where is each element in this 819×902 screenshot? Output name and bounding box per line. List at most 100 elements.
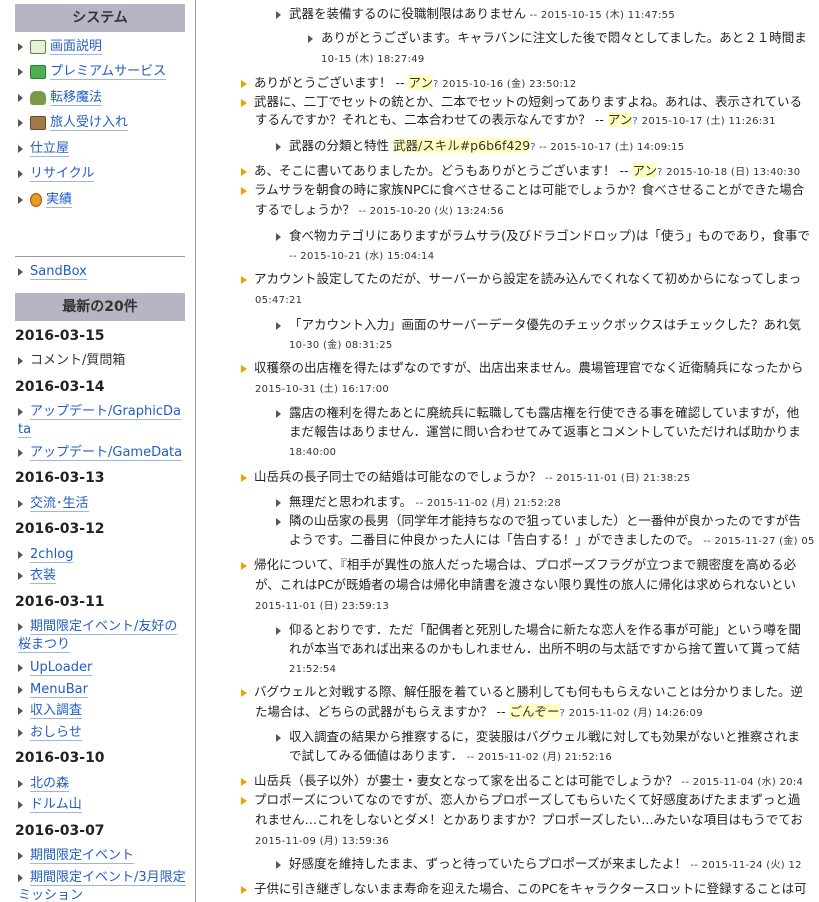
comment-line: 仰るとおりです．ただ「配偶者と死別した場合に新たな恋人を作る事が可能」という噂を… — [276, 622, 801, 638]
recent-date: 2016-03-12 — [15, 521, 105, 537]
recent-link[interactable]: ドルム山 — [30, 797, 82, 813]
bullet-icon — [18, 663, 23, 672]
recent-item[interactable]: 北の森 — [18, 775, 70, 793]
building-icon — [30, 115, 46, 130]
comment-line: が、これはPCが既婚者の場合は帰化申請書を渡さない限り異性の旅人に帰化は求められ… — [255, 577, 797, 592]
comment-line: ありがとうございます！ -- アン? 2015-10-16 (金) 23:50:… — [241, 75, 576, 93]
recent-item[interactable]: コメント/質問箱 — [18, 352, 125, 370]
sidebar-item-teleport[interactable]: 転移魔法 — [18, 89, 103, 107]
recent-item[interactable]: 交流･生活 — [18, 495, 89, 513]
recent-item[interactable]: おしらせ — [18, 724, 82, 742]
recent-link[interactable]: MenuBar — [30, 682, 88, 698]
bullet-icon — [18, 448, 23, 457]
recent-link[interactable]: 衣装 — [30, 568, 57, 584]
recent-link[interactable]: コメント/質問箱 — [30, 353, 125, 368]
user-link-icon[interactable]: ? — [657, 167, 662, 178]
comment-line: ありがとうございます。キャラバンに注文した後で悶々としてました。あと２１時間ま — [308, 30, 807, 46]
screen-icon — [30, 39, 46, 54]
sidebar-link[interactable]: リサイクル — [30, 166, 95, 182]
sidebar-link[interactable]: 転移魔法 — [50, 90, 103, 106]
comment-line: た場合は、どちらの武器がもらえますか？ -- ごんぞー? 2015-11-02 … — [255, 704, 703, 719]
sidebar-link[interactable]: 実績 — [46, 192, 73, 208]
comment-line: 無理だと思われます。 -- 2015-11-02 (月) 21:52:28 — [276, 494, 561, 512]
recent-item[interactable]: 収入調査 — [18, 702, 83, 720]
comment-bullet-icon — [241, 796, 247, 805]
recent-link[interactable]: アップデート/GraphicData — [18, 404, 181, 438]
recent-item[interactable]: 期間限定イベント/友好の桜まつり — [18, 618, 186, 654]
sidebar-link[interactable]: プレミアムサービス — [50, 64, 167, 80]
bullet-icon — [18, 356, 23, 365]
wiki-link[interactable]: 武器/スキル#p6b6f429 — [393, 138, 531, 153]
comment-area: 武器を装備するのに役職制限はありません -- 2015-10-15 (木) 11… — [196, 0, 819, 902]
comment-line: まだ報告はありません．運営に問い合わせてみて返事とコメントしていただければ助かり… — [289, 424, 801, 439]
comment-bullet-icon — [241, 98, 247, 107]
car-icon — [30, 90, 46, 105]
recent-item[interactable]: 期間限定イベント/3月限定ミッション — [18, 869, 186, 902]
bullet-icon — [18, 779, 23, 788]
bullet-icon — [18, 267, 23, 276]
recent-link[interactable]: 2chlog — [30, 547, 74, 563]
comment-line: ラムサラを朝食の時に家族NPCに食べさせることは可能でしょうか？食べさせることが… — [241, 182, 804, 198]
recent-link[interactable]: 北の森 — [30, 776, 70, 792]
recent-link[interactable]: おしらせ — [30, 725, 82, 741]
bullet-icon — [18, 800, 23, 809]
recent-item[interactable]: 期間限定イベント — [18, 847, 135, 865]
bullet-icon — [18, 93, 23, 102]
recent-item[interactable]: 2chlog — [18, 546, 74, 564]
user-name: アン — [408, 75, 433, 90]
recent-title: 最新の20件 — [15, 293, 185, 321]
user-link-icon[interactable]: ? — [433, 79, 438, 90]
sidebar-link[interactable]: SandBox — [30, 264, 87, 280]
user-name: ごんぞー — [509, 704, 560, 719]
comment-line: 露店の権利を得たあとに廃統兵に転職しても露店権を行使できる事を確認していますが，… — [276, 405, 799, 421]
reply-bullet-icon — [276, 626, 281, 635]
recent-link[interactable]: アップデート/GameData — [30, 445, 183, 461]
sidebar-item-sandbox[interactable]: SandBox — [18, 263, 87, 281]
comment-line: 好感度を維持したまま、ずっと待っていたらプロポーズが来ましたよ！ -- 2015… — [276, 856, 802, 874]
bullet-icon — [18, 67, 23, 76]
sidebar-item-tailor[interactable]: 仕立屋 — [18, 140, 70, 158]
comment-line: 武器を装備するのに役職制限はありません -- 2015-10-15 (木) 11… — [276, 6, 675, 24]
comment-line: プロポーズについてなのですが、恋人からプロポーズしてもらいたくて好感度あげたまま… — [241, 792, 800, 808]
recent-item[interactable]: アップデート/GameData — [18, 444, 183, 462]
comment-line: 食べ物カテゴリにありますがラムサラ(及びドラゴンドロップ)は「使う」ものであり，… — [276, 228, 810, 244]
comment-line: 武器に、二丁でセットの銃とか、二本でセットの短剣ってありますよね。あれは、表示さ… — [241, 94, 802, 110]
sidebar-item-recycle[interactable]: リサイクル — [18, 165, 95, 183]
sidebar-item-screen-guide[interactable]: 画面説明 — [18, 38, 103, 56]
comment-line: するでしょうか？ -- 2015-10-20 (火) 13:24:56 — [255, 202, 504, 217]
recent-item[interactable]: 衣装 — [18, 567, 57, 585]
sidebar-item-achievements[interactable]: 実績 — [18, 191, 73, 209]
reply-bullet-icon — [308, 34, 313, 43]
recent-link[interactable]: 期間限定イベント — [30, 848, 135, 864]
bullet-icon — [18, 550, 23, 559]
sidebar-item-premium[interactable]: プレミアムサービス — [18, 63, 167, 81]
bullet-icon — [18, 169, 23, 178]
sidebar-link[interactable]: 旅人受け入れ — [50, 115, 129, 131]
reply-bullet-icon — [276, 409, 281, 418]
sidebar-item-traveler[interactable]: 旅人受け入れ — [18, 114, 129, 132]
recent-link[interactable]: 交流･生活 — [30, 496, 89, 512]
recent-link[interactable]: 収入調査 — [30, 703, 83, 719]
comment-line: 2015-10-31 (土) 16:17:00 — [255, 384, 390, 395]
recent-item[interactable]: アップデート/GraphicData — [18, 403, 186, 439]
reply-bullet-icon — [276, 232, 281, 241]
user-link-icon[interactable]: ? — [632, 116, 637, 127]
bullet-icon — [18, 42, 23, 51]
recent-date: 2016-03-10 — [15, 750, 105, 766]
recent-date: 2016-03-11 — [15, 594, 105, 610]
recent-item[interactable]: MenuBar — [18, 681, 88, 699]
comment-line: 帰化について、『相手が異性の旅人だった場合は、プロポーズフラグが立つまで親密度を… — [241, 557, 796, 573]
comment-bullet-icon — [241, 364, 247, 373]
recent-item[interactable]: ドルム山 — [18, 796, 82, 814]
recent-link[interactable]: 期間限定イベント/友好の桜まつり — [18, 619, 178, 653]
sidebar-link[interactable]: 画面説明 — [50, 39, 103, 55]
comment-line: 10-30 (金) 08:31:25 — [289, 340, 393, 351]
comment-line: アカウント設定してたのだが、サーバーから設定を読み込んでくれなくて初めからになっ… — [241, 271, 801, 287]
comment-bullet-icon — [241, 688, 247, 697]
recent-link[interactable]: 期間限定イベント/3月限定ミッション — [18, 870, 186, 902]
user-link-icon[interactable]: ? — [560, 708, 565, 719]
sidebar-link[interactable]: 仕立屋 — [30, 141, 70, 157]
comment-line: 収入調査の結果から推察するに，変装服はバグウェル戦に対しても効果がないと推察され… — [276, 729, 800, 745]
recent-item[interactable]: UpLoader — [18, 659, 93, 677]
recent-link[interactable]: UpLoader — [30, 660, 93, 676]
